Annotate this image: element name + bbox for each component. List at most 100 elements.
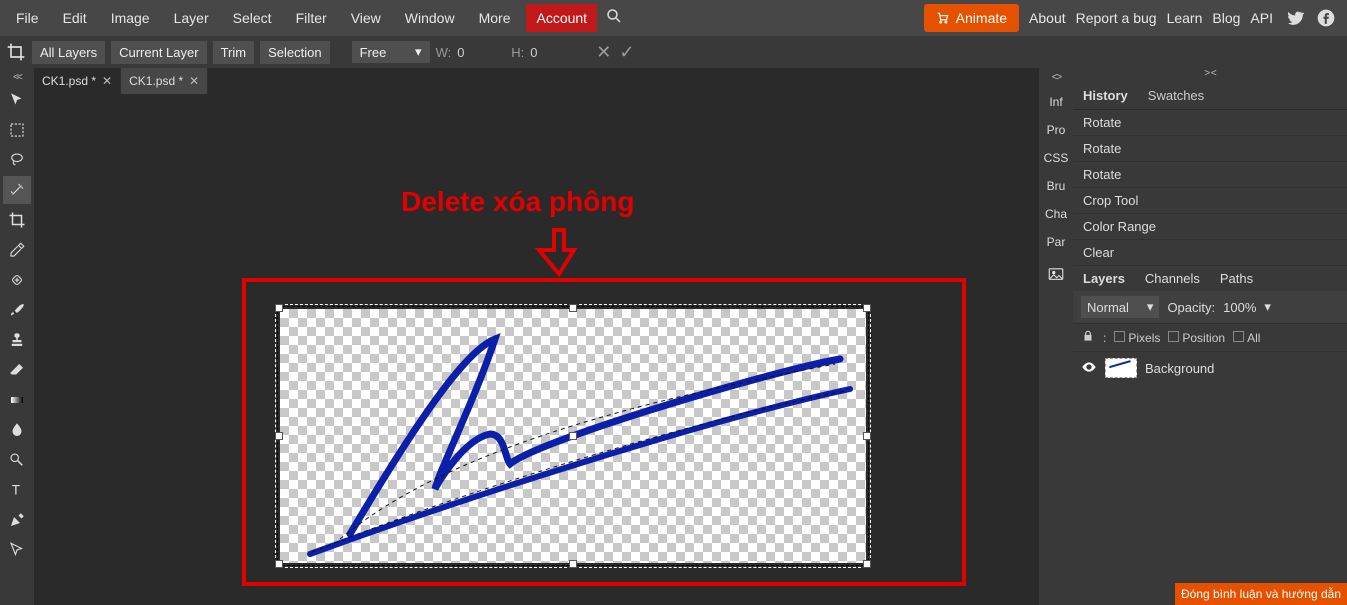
- cart-icon: [936, 11, 950, 25]
- layer-name[interactable]: Background: [1145, 361, 1214, 376]
- menu-filter[interactable]: Filter: [284, 2, 339, 34]
- chevron-down-icon: ▾: [1147, 299, 1154, 315]
- transform-handle[interactable]: [569, 304, 577, 312]
- collapse-right-panel-icon[interactable]: > <: [1073, 68, 1347, 82]
- options-bar: All Layers Current Layer Trim Selection …: [0, 36, 1347, 68]
- panel-tab-paragraph[interactable]: Par: [1047, 232, 1066, 252]
- history-item[interactable]: Rotate: [1073, 162, 1347, 188]
- eraser-tool-icon[interactable]: [3, 356, 31, 384]
- layer-row[interactable]: Background: [1073, 352, 1347, 384]
- panel-tab-css[interactable]: CSS: [1044, 148, 1069, 168]
- expand-panels-icon[interactable]: < >: [1052, 72, 1060, 84]
- width-value[interactable]: 0: [457, 45, 481, 60]
- facebook-icon[interactable]: [1315, 7, 1337, 29]
- opt-selection[interactable]: Selection: [260, 41, 329, 64]
- animate-button[interactable]: Animate: [924, 4, 1019, 32]
- opt-trim[interactable]: Trim: [213, 41, 255, 64]
- transform-handle[interactable]: [863, 560, 871, 568]
- panel-tab-properties[interactable]: Pro: [1047, 120, 1066, 140]
- document-tab-1[interactable]: CK1.psd * ✕: [34, 68, 121, 94]
- stamp-tool-icon[interactable]: [3, 326, 31, 354]
- confirm-icon[interactable]: ✓: [619, 42, 634, 63]
- link-about[interactable]: About: [1029, 10, 1066, 26]
- menu-account[interactable]: Account: [526, 4, 597, 32]
- link-blog[interactable]: Blog: [1212, 10, 1240, 26]
- type-tool-icon[interactable]: T: [3, 476, 31, 504]
- menu-image[interactable]: Image: [99, 2, 162, 34]
- document-tab-2[interactable]: CK1.psd * ✕: [121, 68, 208, 94]
- panel-tab-info[interactable]: Inf: [1049, 92, 1062, 112]
- transform-handle[interactable]: [275, 432, 283, 440]
- menu-layer[interactable]: Layer: [162, 2, 221, 34]
- eyedropper-tool-icon[interactable]: [3, 236, 31, 264]
- close-icon[interactable]: ✕: [189, 74, 199, 88]
- canvas-area[interactable]: CK1.psd * ✕ CK1.psd * ✕ Delete xóa phông: [34, 68, 1039, 605]
- blend-mode-select[interactable]: Normal ▾: [1081, 296, 1159, 318]
- chevron-down-icon: ▾: [415, 44, 422, 60]
- visibility-eye-icon[interactable]: [1081, 359, 1097, 378]
- blur-tool-icon[interactable]: [3, 416, 31, 444]
- opt-all-layers[interactable]: All Layers: [32, 41, 105, 64]
- lock-icon: [1081, 329, 1095, 346]
- transform-handle[interactable]: [569, 560, 577, 568]
- panel-tab-character[interactable]: Cha: [1045, 204, 1067, 224]
- transform-handle[interactable]: [569, 432, 577, 440]
- twitter-icon[interactable]: [1283, 7, 1305, 29]
- image-panel-icon[interactable]: [1047, 264, 1065, 284]
- tab-channels[interactable]: Channels: [1135, 266, 1210, 291]
- lasso-tool-icon[interactable]: [3, 146, 31, 174]
- history-item[interactable]: Crop Tool: [1073, 188, 1347, 214]
- link-api[interactable]: API: [1250, 10, 1273, 26]
- height-value[interactable]: 0: [530, 45, 554, 60]
- lock-pixels-checkbox[interactable]: Pixels: [1114, 331, 1160, 345]
- menu-edit[interactable]: Edit: [51, 2, 99, 34]
- marquee-tool-icon[interactable]: [3, 116, 31, 144]
- move-tool-icon[interactable]: [3, 86, 31, 114]
- brush-tool-icon[interactable]: [3, 296, 31, 324]
- opt-current-layer[interactable]: Current Layer: [111, 41, 206, 64]
- search-icon[interactable]: [605, 7, 623, 30]
- transform-handle[interactable]: [275, 560, 283, 568]
- tab-swatches[interactable]: Swatches: [1138, 82, 1214, 109]
- tab-paths[interactable]: Paths: [1210, 266, 1263, 291]
- panel-tab-brush[interactable]: Bru: [1047, 176, 1066, 196]
- healing-tool-icon[interactable]: [3, 266, 31, 294]
- menu-file[interactable]: File: [4, 2, 51, 34]
- chevron-down-icon[interactable]: ▾: [1264, 299, 1271, 315]
- height-label: H:: [511, 45, 524, 60]
- history-item[interactable]: Rotate: [1073, 110, 1347, 136]
- lock-all-checkbox[interactable]: All: [1233, 331, 1260, 345]
- tab-history[interactable]: History: [1073, 82, 1138, 109]
- history-item[interactable]: Rotate: [1073, 136, 1347, 162]
- dodge-tool-icon[interactable]: [3, 446, 31, 474]
- magic-wand-tool-icon[interactable]: [3, 176, 31, 204]
- cancel-icon[interactable]: ✕: [596, 42, 611, 63]
- close-icon[interactable]: ✕: [102, 74, 112, 88]
- menu-select[interactable]: Select: [221, 2, 284, 34]
- link-report-bug[interactable]: Report a bug: [1076, 10, 1157, 26]
- lock-position-checkbox[interactable]: Position: [1168, 331, 1225, 345]
- menu-window[interactable]: Window: [393, 2, 467, 34]
- path-select-tool-icon[interactable]: [3, 536, 31, 564]
- crop-tool-icon[interactable]: [3, 206, 31, 234]
- document-tab-1-title: CK1.psd *: [42, 74, 96, 88]
- history-item[interactable]: Color Range: [1073, 214, 1347, 240]
- canvas[interactable]: [280, 309, 866, 563]
- tab-layers[interactable]: Layers: [1073, 266, 1135, 291]
- history-item[interactable]: Clear: [1073, 240, 1347, 266]
- menu-view[interactable]: View: [339, 2, 393, 34]
- pen-tool-icon[interactable]: [3, 506, 31, 534]
- menu-more[interactable]: More: [467, 2, 523, 34]
- transform-handle[interactable]: [863, 432, 871, 440]
- transform-handle[interactable]: [863, 304, 871, 312]
- link-learn[interactable]: Learn: [1167, 10, 1203, 26]
- layer-thumbnail[interactable]: [1105, 358, 1137, 378]
- gradient-tool-icon[interactable]: [3, 386, 31, 414]
- collapse-toolbox-icon[interactable]: <<: [13, 72, 21, 84]
- annotation-arrow-icon: [534, 228, 584, 278]
- aspect-select[interactable]: Free ▾: [352, 41, 430, 63]
- layer-locks-row: : Pixels Position All: [1073, 324, 1347, 352]
- bottom-banner[interactable]: Đóng bình luận và hướng dẫn: [1175, 583, 1347, 605]
- opacity-value[interactable]: 100%: [1223, 300, 1256, 315]
- transform-handle[interactable]: [275, 304, 283, 312]
